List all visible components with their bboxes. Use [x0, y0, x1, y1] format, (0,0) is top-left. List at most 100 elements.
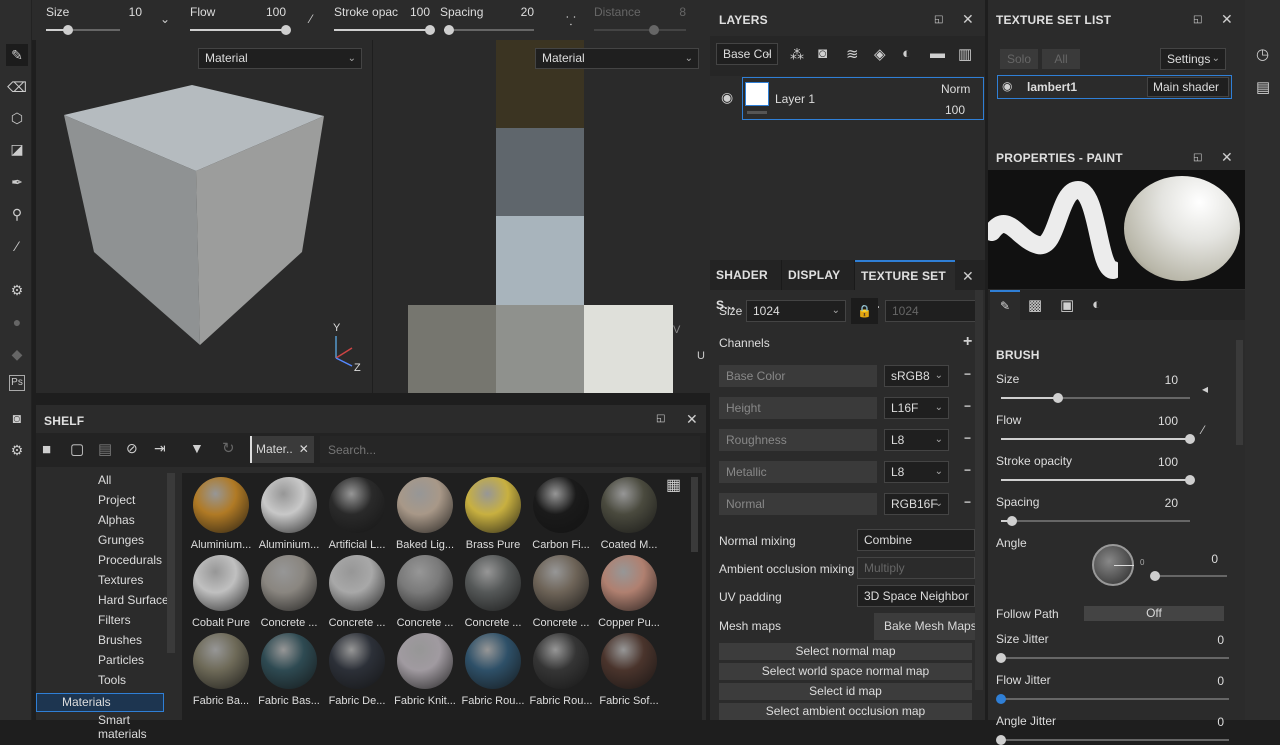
remove-channel-icon[interactable]: −	[964, 495, 971, 509]
add-effect-icon[interactable]: ⁂	[790, 46, 804, 63]
add-channel-icon[interactable]: +	[963, 333, 972, 351]
flow-pressure-icon[interactable]: ⁄	[310, 12, 312, 26]
viewport-2d-channel-dropdown[interactable]: Material ⌄	[535, 48, 699, 69]
layer-channel-dropdown[interactable]: Base Col ⌄	[716, 43, 778, 65]
material-item[interactable]: Cobalt Pure	[187, 555, 255, 629]
remove-channel-icon[interactable]: −	[964, 367, 971, 381]
alpha-tab-icon[interactable]: ▩	[1028, 296, 1042, 314]
shelf-search-input[interactable]	[320, 436, 700, 463]
shelf-category-item[interactable]: Textures	[98, 573, 143, 587]
material-item[interactable]: Fabric Bas...	[255, 633, 323, 707]
viewport-3d[interactable]: Material ⌄ Y Z	[36, 40, 372, 393]
size-value[interactable]: 10	[102, 5, 142, 19]
log-icon[interactable]: ▤	[1256, 78, 1270, 96]
remove-channel-icon[interactable]: −	[964, 463, 971, 477]
angle-value[interactable]: 0	[1178, 552, 1218, 566]
layer-visibility-icon[interactable]: ◉	[721, 89, 733, 106]
eraser-icon[interactable]: ⌫	[6, 76, 28, 98]
clone-stamp-icon[interactable]: ⚲	[6, 203, 28, 225]
grid-view-icon[interactable]: ▦	[666, 475, 681, 495]
size-slider[interactable]	[46, 25, 120, 35]
angle-dial[interactable]	[1092, 544, 1134, 586]
brush-spacing-knob[interactable]	[1007, 516, 1018, 526]
bake-icon[interactable]: ⚙	[6, 279, 28, 301]
flow-knob[interactable]	[281, 25, 291, 35]
size-pressure-icon[interactable]: ◂	[1202, 382, 1208, 396]
shader-dropdown[interactable]: Main shader	[1147, 77, 1229, 97]
projection-icon[interactable]: ⬡	[6, 107, 28, 129]
settings-scrollbar[interactable]	[975, 290, 983, 690]
bake-mesh-maps-button[interactable]: Bake Mesh Maps	[874, 613, 975, 640]
flow-value[interactable]: 100	[246, 5, 286, 19]
new-file-icon[interactable]: ▢	[70, 440, 84, 458]
close-icon[interactable]: ✕	[962, 268, 974, 285]
layer-opacity[interactable]: 100	[945, 103, 965, 117]
shelf-category-item[interactable]: Grunges	[98, 533, 144, 547]
layer-row[interactable]: Layer 1 Norm 100	[742, 77, 984, 120]
history-icon[interactable]: ◷	[1256, 45, 1269, 63]
brush-flow-knob[interactable]	[1185, 434, 1195, 444]
polygon-fill-icon[interactable]: ◪	[6, 138, 28, 160]
spacing-value[interactable]: 20	[494, 5, 534, 19]
shelf-category-item[interactable]: Filters	[98, 613, 131, 627]
select-map-button[interactable]: Select ambient occlusion map	[719, 703, 972, 720]
remove-channel-icon[interactable]: −	[964, 399, 971, 413]
lazy-mouse-icon[interactable]: ⸪	[566, 12, 576, 29]
material-item[interactable]: Concrete ...	[323, 555, 391, 629]
angle-knob[interactable]	[1150, 571, 1160, 581]
brush-size-slider[interactable]	[1001, 393, 1190, 403]
brush-stroke-opacity-slider[interactable]	[1001, 475, 1195, 485]
normal-mixing-dropdown[interactable]: Combine	[857, 529, 975, 551]
hide-icon[interactable]: ⊘	[126, 440, 138, 457]
select-map-button[interactable]: Select id map	[719, 683, 972, 700]
material-tab-icon[interactable]: ◐	[1092, 296, 1101, 313]
material-item[interactable]: Baked Lig...	[391, 477, 459, 551]
close-icon[interactable]: ✕	[686, 411, 698, 428]
refresh-icon[interactable]: ↻	[222, 439, 235, 457]
float-panel-icon[interactable]: ◱	[934, 14, 943, 25]
brush-size-knob[interactable]	[1052, 393, 1063, 403]
channel-format-dropdown[interactable]: L8 ⌄	[884, 429, 949, 451]
size-knob[interactable]	[63, 25, 74, 35]
stroke-value[interactable]: 100	[390, 5, 430, 19]
shelf-category-item[interactable]: Materials	[36, 693, 164, 712]
material-item[interactable]: Fabric De...	[323, 633, 391, 707]
properties-scrollbar[interactable]	[1236, 340, 1243, 445]
texture-size-dropdown[interactable]: 1024 ⌄	[746, 300, 846, 322]
color-picker-icon[interactable]: ⁄	[6, 235, 28, 257]
brush-size-value[interactable]: 10	[1138, 373, 1178, 387]
uv-padding-dropdown[interactable]: 3D Space Neighbor	[857, 585, 975, 607]
channel-format-dropdown[interactable]: L16F ⌄	[884, 397, 949, 419]
brush-spacing-slider[interactable]	[1001, 516, 1190, 526]
follow-path-toggle[interactable]: Off	[1084, 606, 1224, 621]
flow-pressure-icon[interactable]: ⁄	[1202, 423, 1204, 437]
shelf-category-item[interactable]: All	[98, 473, 111, 487]
select-map-button[interactable]: Select normal map	[719, 643, 972, 660]
shelf-category-item[interactable]: Procedurals	[98, 553, 162, 567]
bell-icon[interactable]: ●	[6, 311, 28, 333]
close-icon[interactable]: ✕	[962, 11, 974, 28]
float-panel-icon[interactable]: ◱	[1193, 14, 1202, 25]
shelf-category-item[interactable]: Tools	[98, 673, 126, 687]
import-icon[interactable]: ⇥	[154, 440, 166, 457]
texture-set-row[interactable]: ◉ lambert1 Main shader	[997, 75, 1232, 99]
add-smart-mask-icon[interactable]: ◐	[902, 45, 911, 62]
sphere-icon[interactable]: ◆	[6, 343, 28, 365]
add-fill-layer-icon[interactable]: ◈	[874, 45, 886, 63]
brush-flow-slider[interactable]	[1001, 434, 1195, 444]
photoshop-icon[interactable]: Ps	[9, 375, 25, 391]
brush-stroke-opacity-knob[interactable]	[1185, 475, 1195, 485]
material-item[interactable]: Concrete ...	[459, 555, 527, 629]
material-item[interactable]: Aluminium...	[255, 477, 323, 551]
settings-tab[interactable]: SHADER S...	[710, 260, 782, 312]
size-jitter-knob[interactable]	[996, 653, 1006, 663]
material-item[interactable]: Copper Pu...	[595, 555, 663, 629]
material-item[interactable]: Fabric Knit...	[391, 633, 459, 707]
material-item[interactable]: Artificial L...	[323, 477, 391, 551]
shelf-category-item[interactable]: Project	[98, 493, 135, 507]
spacing-knob[interactable]	[443, 25, 454, 35]
filter-icon[interactable]: ▼	[190, 440, 204, 456]
angle-jitter-knob[interactable]	[996, 735, 1006, 745]
material-item[interactable]: Aluminium...	[187, 477, 255, 551]
material-item[interactable]: Fabric Sof...	[595, 633, 663, 707]
